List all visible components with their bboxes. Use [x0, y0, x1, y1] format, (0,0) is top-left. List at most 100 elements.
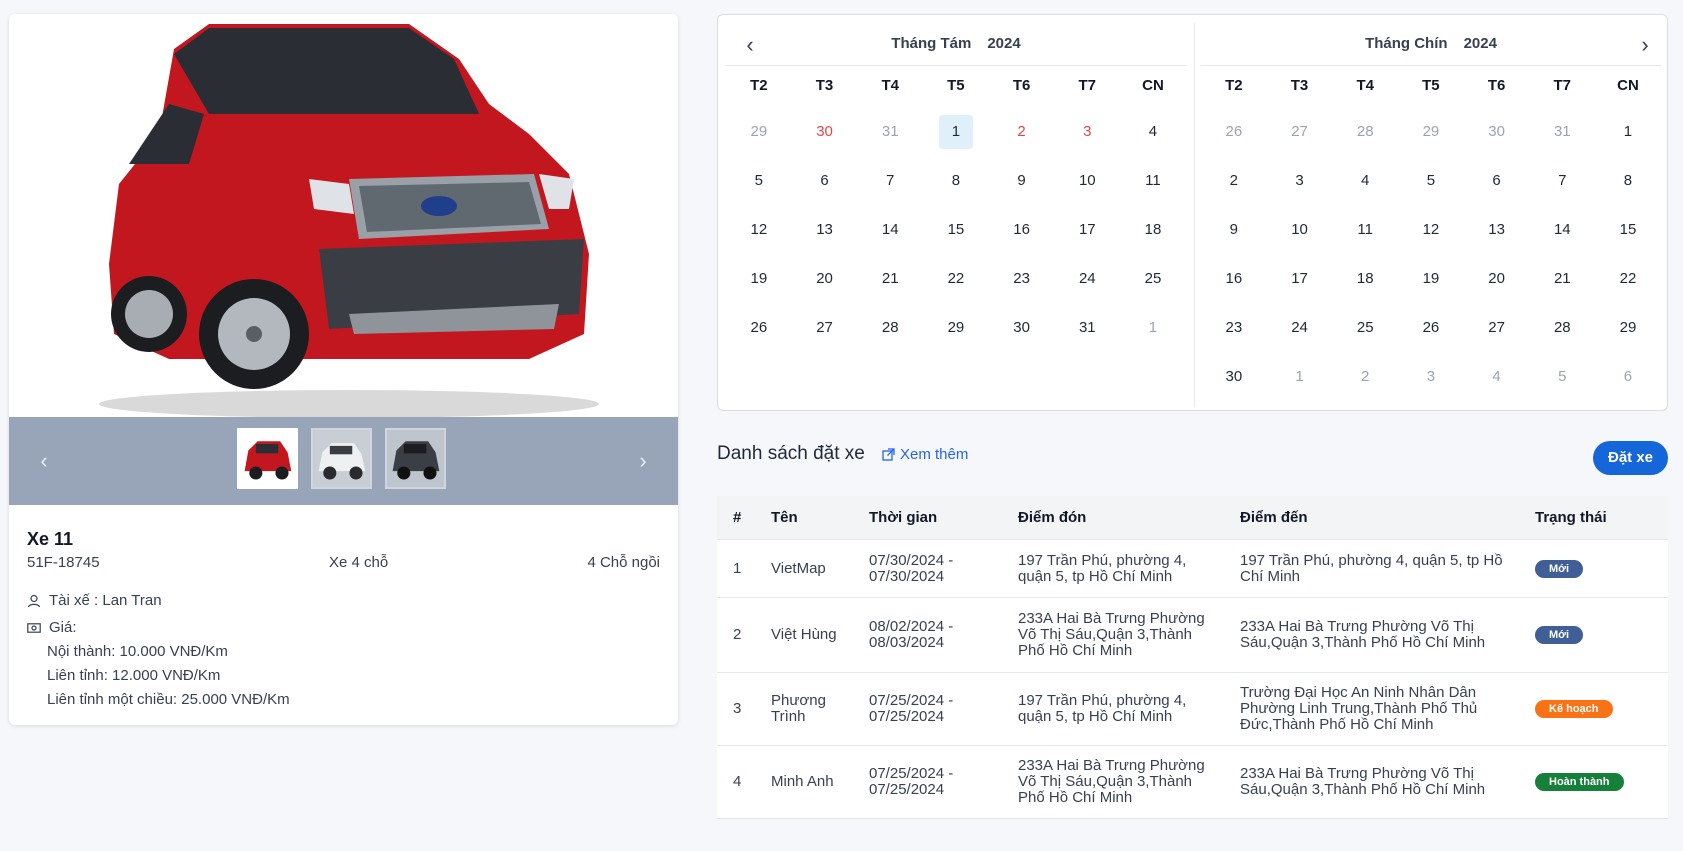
calendar-day[interactable]: 20: [792, 260, 858, 309]
book-car-button[interactable]: Đặt xe: [1593, 441, 1668, 475]
calendar-day[interactable]: 13: [792, 211, 858, 260]
calendar-day[interactable]: 24: [1054, 260, 1120, 309]
calendar-day[interactable]: 14: [1529, 211, 1595, 260]
calendar-day[interactable]: 19: [1398, 260, 1464, 309]
column-header-status[interactable]: Trạng thái: [1535, 509, 1607, 526]
calendar-day[interactable]: 25: [1332, 309, 1398, 358]
calendar-day[interactable]: 27: [1464, 309, 1530, 358]
calendar-day[interactable]: 31: [1054, 309, 1120, 358]
calendar-day[interactable]: 9: [989, 162, 1055, 211]
calendar-day[interactable]: 7: [857, 162, 923, 211]
calendar-day[interactable]: 22: [1595, 260, 1661, 309]
calendar-day[interactable]: 29: [1595, 309, 1661, 358]
calendar-day[interactable]: 5: [726, 162, 792, 211]
calendar-day-selected[interactable]: 1: [923, 113, 989, 162]
calendar-day[interactable]: 10: [1267, 211, 1333, 260]
table-row[interactable]: 3 Phương Trình 07/25/2024 - 07/25/2024 197 …: [717, 673, 1668, 746]
calendar-day[interactable]: 12: [726, 211, 792, 260]
calendar-day[interactable]: 1: [1595, 113, 1661, 162]
calendar-day[interactable]: 17: [1054, 211, 1120, 260]
thumbnail-dark-car[interactable]: [385, 428, 446, 489]
calendar-day[interactable]: 16: [989, 211, 1055, 260]
calendar-day[interactable]: 15: [923, 211, 989, 260]
calendar-day[interactable]: 3: [1054, 113, 1120, 162]
calendar-day[interactable]: 26: [1201, 113, 1267, 162]
calendar-day[interactable]: 27: [792, 309, 858, 358]
column-header-name[interactable]: Tên: [771, 509, 851, 526]
calendar-day[interactable]: 5: [1529, 358, 1595, 407]
calendar-day[interactable]: 17: [1267, 260, 1333, 309]
calendar-day[interactable]: 6: [1595, 358, 1661, 407]
calendar-day[interactable]: 26: [1398, 309, 1464, 358]
calendar-day[interactable]: 18: [1120, 211, 1186, 260]
calendar-day[interactable]: 6: [1464, 162, 1530, 211]
calendar-day[interactable]: 30: [1464, 113, 1530, 162]
column-header-index[interactable]: #: [733, 509, 741, 526]
calendar-day[interactable]: 30: [989, 309, 1055, 358]
month-name[interactable]: Tháng Tám: [891, 35, 971, 52]
calendar-day[interactable]: 26: [726, 309, 792, 358]
calendar-day[interactable]: 3: [1398, 358, 1464, 407]
calendar-day[interactable]: 15: [1595, 211, 1661, 260]
calendar-day[interactable]: 29: [923, 309, 989, 358]
calendar-day[interactable]: 19: [726, 260, 792, 309]
calendar-day[interactable]: 4: [1332, 162, 1398, 211]
calendar-day[interactable]: 14: [857, 211, 923, 260]
calendar-day[interactable]: 12: [1398, 211, 1464, 260]
column-header-pickup[interactable]: Điểm đón: [1018, 509, 1218, 526]
see-more-link[interactable]: Xem thêm: [882, 446, 968, 463]
calendar-day[interactable]: 11: [1120, 162, 1186, 211]
calendar-day[interactable]: 21: [1529, 260, 1595, 309]
calendar-day[interactable]: 4: [1464, 358, 1530, 407]
calendar-day[interactable]: 28: [1529, 309, 1595, 358]
chevron-left-icon[interactable]: ‹: [32, 445, 56, 477]
calendar-day[interactable]: 9: [1201, 211, 1267, 260]
calendar-day[interactable]: 23: [989, 260, 1055, 309]
calendar-day[interactable]: 16: [1201, 260, 1267, 309]
calendar-day[interactable]: 1: [1120, 309, 1186, 358]
calendar-day[interactable]: 11: [1332, 211, 1398, 260]
calendar-day[interactable]: 5: [1398, 162, 1464, 211]
thumbnail-red-car[interactable]: [237, 428, 298, 489]
calendar-day[interactable]: 28: [857, 309, 923, 358]
calendar-day[interactable]: 25: [1120, 260, 1186, 309]
calendar-day[interactable]: 10: [1054, 162, 1120, 211]
column-header-time[interactable]: Thời gian: [869, 509, 989, 526]
thumbnail-silver-car[interactable]: [311, 428, 372, 489]
calendar-day[interactable]: 2: [1201, 162, 1267, 211]
calendar-day[interactable]: 22: [923, 260, 989, 309]
calendar-day[interactable]: 20: [1464, 260, 1530, 309]
table-row[interactable]: 1 VietMap 07/30/2024 - 07/30/2024 197 Trần …: [717, 540, 1668, 598]
calendar-day[interactable]: 30: [792, 113, 858, 162]
column-header-destination[interactable]: Điểm đến: [1240, 509, 1510, 526]
calendar-day[interactable]: 28: [1332, 113, 1398, 162]
month-year[interactable]: 2024: [987, 35, 1020, 52]
calendar-day[interactable]: 31: [1529, 113, 1595, 162]
calendar-day[interactable]: 2: [989, 113, 1055, 162]
calendar-day[interactable]: 3: [1267, 162, 1333, 211]
calendar-day[interactable]: 27: [1267, 113, 1333, 162]
row-destination: 233A Hai Bà Trưng Phường Võ Thị Sáu,Quận…: [1240, 765, 1486, 798]
calendar-day[interactable]: 29: [1398, 113, 1464, 162]
calendar-day[interactable]: 30: [1201, 358, 1267, 407]
calendar-day[interactable]: 13: [1464, 211, 1530, 260]
calendar-day[interactable]: 23: [1201, 309, 1267, 358]
calendar-day[interactable]: 21: [857, 260, 923, 309]
chevron-right-icon[interactable]: ›: [631, 445, 655, 477]
calendar-day[interactable]: 6: [792, 162, 858, 211]
calendar-day[interactable]: 1: [1267, 358, 1333, 407]
calendar-day[interactable]: 31: [857, 113, 923, 162]
month-year[interactable]: 2024: [1464, 35, 1497, 52]
calendar-day[interactable]: 24: [1267, 309, 1333, 358]
calendar-day[interactable]: 18: [1332, 260, 1398, 309]
table-row[interactable]: 4 Minh Anh 07/25/2024 - 07/25/2024 233A Hai…: [717, 746, 1668, 819]
table-row[interactable]: 2 Việt Hùng 08/02/2024 - 08/03/2024 233A Ha…: [717, 598, 1668, 673]
calendar-day[interactable]: 7: [1529, 162, 1595, 211]
calendar-day[interactable]: 2: [1332, 358, 1398, 407]
calendar-day[interactable]: 4: [1120, 113, 1186, 162]
calendar-day[interactable]: 8: [1595, 162, 1661, 211]
calendar-day[interactable]: 8: [923, 162, 989, 211]
calendar-day[interactable]: 29: [726, 113, 792, 162]
day-number: 4: [1492, 368, 1501, 385]
month-name[interactable]: Tháng Chín: [1365, 35, 1448, 52]
